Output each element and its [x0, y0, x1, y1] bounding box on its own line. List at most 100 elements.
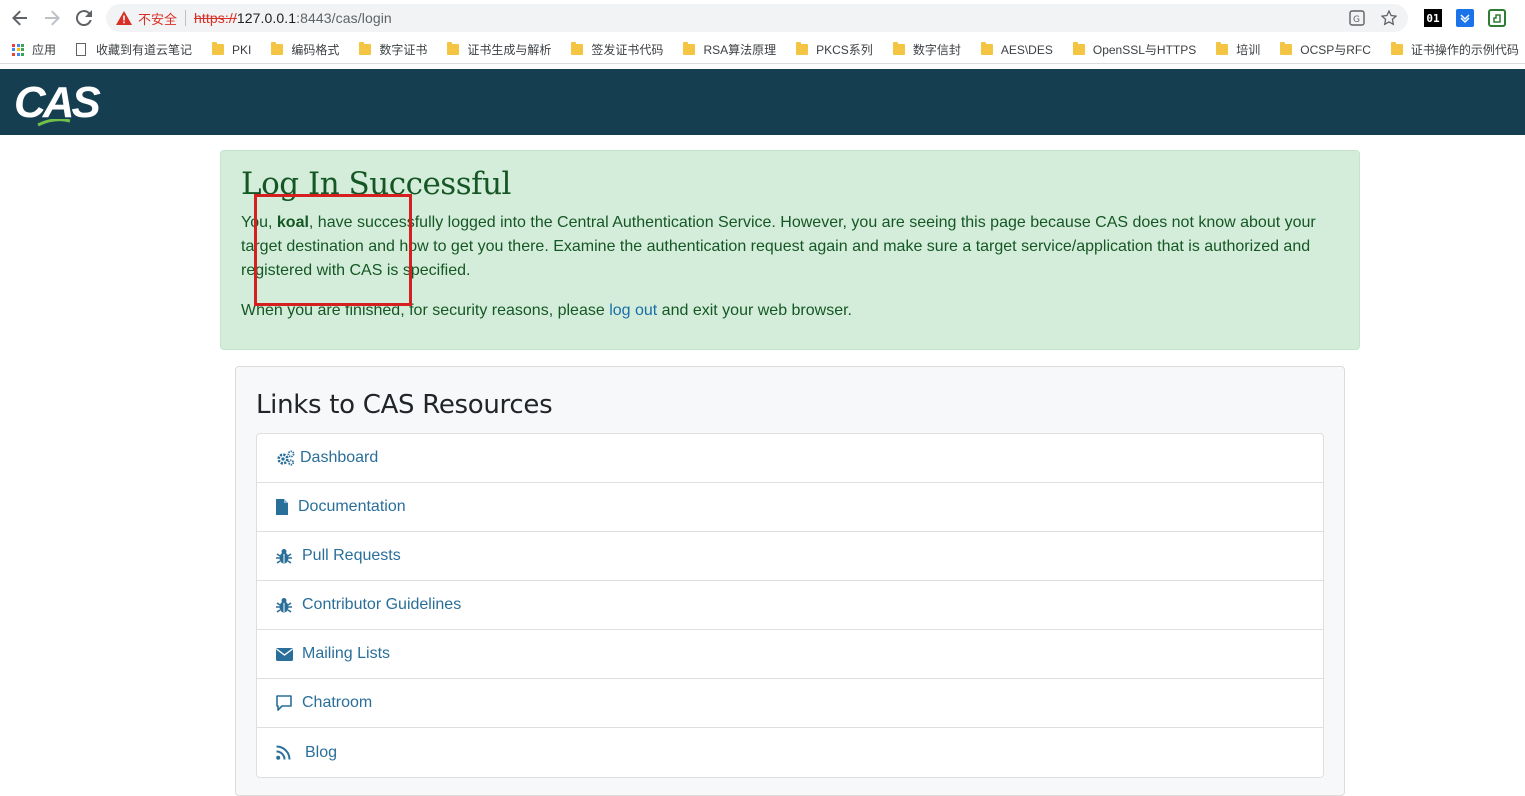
warning-icon[interactable] — [116, 11, 132, 25]
file-icon — [276, 499, 296, 515]
username: koal — [276, 214, 309, 231]
arrow-left-icon — [12, 10, 27, 26]
url-text[interactable]: https://127.0.0.1:8443/cas/login — [194, 10, 392, 26]
extension-01-icon[interactable]: 01 — [1424, 9, 1442, 27]
browser-toolbar: 不安全 https://127.0.0.1:8443/cas/login G 0… — [0, 0, 1525, 36]
logout-suffix: and exit your web browser. — [657, 302, 852, 319]
logout-link[interactable]: log out — [609, 302, 657, 319]
logo-swoosh-icon — [37, 119, 71, 127]
resource-label: Documentation — [298, 498, 406, 515]
apps-grid-icon — [12, 43, 24, 56]
bookmark-folder[interactable]: PKI — [212, 42, 252, 57]
folder-icon — [212, 42, 225, 55]
back-button[interactable] — [4, 0, 36, 36]
success-message: You, koal, have successfully logged into… — [241, 211, 1339, 283]
url-scheme: https:// — [194, 10, 237, 26]
extension-puzzle-icon[interactable] — [1488, 9, 1506, 27]
bookmark-apps[interactable]: 应用 — [12, 41, 56, 58]
resource-label: Blog — [305, 743, 338, 761]
reload-icon — [76, 10, 92, 26]
bookmark-label: 证书操作的示例代码 — [1410, 43, 1519, 57]
folder-icon — [571, 42, 584, 55]
page-icon — [76, 43, 87, 56]
rss-icon — [276, 745, 303, 760]
resource-label: Pull Requests — [302, 547, 401, 564]
folder-icon — [892, 42, 905, 55]
bookmark-label: 数字证书 — [379, 43, 428, 57]
folder-icon — [1216, 42, 1229, 55]
cas-header: CAS — [0, 69, 1525, 135]
bookmark-label: 应用 — [32, 43, 57, 57]
omnibox-divider — [185, 10, 187, 26]
folder-icon — [683, 42, 696, 55]
bookmark-folder[interactable]: RSA算法原理 — [683, 41, 776, 58]
folder-icon — [359, 42, 372, 55]
folder-icon — [980, 42, 993, 55]
bookmark-folder[interactable]: AES\DES — [980, 42, 1053, 57]
cogs-icon — [276, 450, 298, 466]
resource-link-documentation[interactable]: Documentation — [257, 483, 1323, 532]
resource-label: Dashboard — [300, 449, 379, 466]
resource-label: Chatroom — [302, 694, 373, 711]
bookmark-label: 证书生成与解析 — [467, 43, 552, 57]
bookmark-item[interactable]: 收藏到有道云笔记 — [76, 41, 192, 58]
comment-icon — [276, 695, 300, 711]
bookmark-label: AES\DES — [1000, 42, 1053, 57]
login-success-alert: Log In Successful You, koal, have succes… — [220, 150, 1360, 350]
logout-prefix: When you are finished, for security reas… — [241, 302, 610, 319]
bookmark-folder[interactable]: PKCS系列 — [796, 41, 873, 58]
folder-icon — [271, 42, 284, 55]
resource-link-blog[interactable]: Blog — [257, 728, 1323, 777]
folder-icon — [1390, 42, 1403, 55]
svg-text:G: G — [1353, 15, 1360, 25]
resources-title: Links to CAS Resources — [256, 390, 553, 420]
extensions-area: 01 — [1424, 9, 1506, 27]
resource-link-pull-requests[interactable]: Pull Requests — [257, 532, 1323, 581]
resource-label: Mailing Lists — [302, 645, 391, 662]
bug-icon — [276, 548, 300, 564]
message-prefix: You, — [241, 214, 277, 231]
star-icon[interactable] — [1380, 9, 1398, 27]
message-body: , have successfully logged into the Cent… — [241, 214, 1316, 279]
logout-message: When you are finished, for security reas… — [241, 299, 1339, 323]
resource-link-chatroom[interactable]: Chatroom — [257, 679, 1323, 728]
resource-link-mailing-lists[interactable]: Mailing Lists — [257, 630, 1323, 679]
translate-icon[interactable]: G — [1348, 9, 1366, 27]
extension-download-icon[interactable] — [1456, 9, 1474, 27]
bookmark-label: 培训 — [1236, 43, 1261, 57]
address-bar[interactable]: 不安全 https://127.0.0.1:8443/cas/login G — [106, 4, 1408, 32]
bookmark-label: 签发证书代码 — [591, 43, 664, 57]
bookmark-label: 收藏到有道云笔记 — [96, 43, 193, 57]
cas-resources-card: Links to CAS Resources Dashboard Documen… — [235, 366, 1345, 796]
bookmark-label: 数字信封 — [912, 43, 961, 57]
folder-icon — [796, 42, 809, 55]
resources-list: Dashboard Documentation Pull Requests Co… — [256, 433, 1324, 778]
security-status-label[interactable]: 不安全 — [138, 9, 177, 28]
bookmark-folder[interactable]: 证书操作的示例代码 — [1390, 41, 1519, 58]
resource-link-dashboard[interactable]: Dashboard — [257, 434, 1323, 483]
arrow-right-icon — [45, 10, 60, 26]
bookmark-folder[interactable]: OpenSSL与HTTPS — [1072, 41, 1196, 58]
folder-icon — [447, 42, 460, 55]
envelope-icon — [276, 647, 300, 661]
url-path: :8443/cas/login — [296, 10, 392, 26]
bookmark-label: OCSP与RFC — [1300, 43, 1371, 57]
bookmark-folder[interactable]: 证书生成与解析 — [447, 41, 551, 58]
reload-button[interactable] — [68, 0, 100, 36]
bookmark-folder[interactable]: 签发证书代码 — [571, 41, 663, 58]
resource-label: Contributor Guidelines — [302, 596, 462, 613]
bookmark-folder[interactable]: 编码格式 — [271, 41, 339, 58]
bookmark-label: PKCS系列 — [816, 43, 873, 57]
bookmark-label: 编码格式 — [291, 43, 340, 57]
bookmark-label: RSA算法原理 — [703, 43, 777, 57]
bookmark-folder[interactable]: 数字证书 — [359, 41, 427, 58]
bookmark-folder[interactable]: OCSP与RFC — [1280, 41, 1371, 58]
bookmarks-bar: 应用 收藏到有道云笔记 PKI 编码格式 数字证书 证书生成与解析 签发证书代码… — [0, 36, 1525, 64]
bookmark-folder[interactable]: 培训 — [1216, 41, 1260, 58]
resource-link-contributor-guidelines[interactable]: Contributor Guidelines — [257, 581, 1323, 630]
bookmark-folder[interactable]: 数字信封 — [892, 41, 961, 58]
success-title: Log In Successful — [241, 166, 511, 202]
bookmark-label: PKI — [232, 42, 252, 57]
forward-button[interactable] — [36, 0, 68, 36]
url-host: 127.0.0.1 — [236, 10, 297, 26]
